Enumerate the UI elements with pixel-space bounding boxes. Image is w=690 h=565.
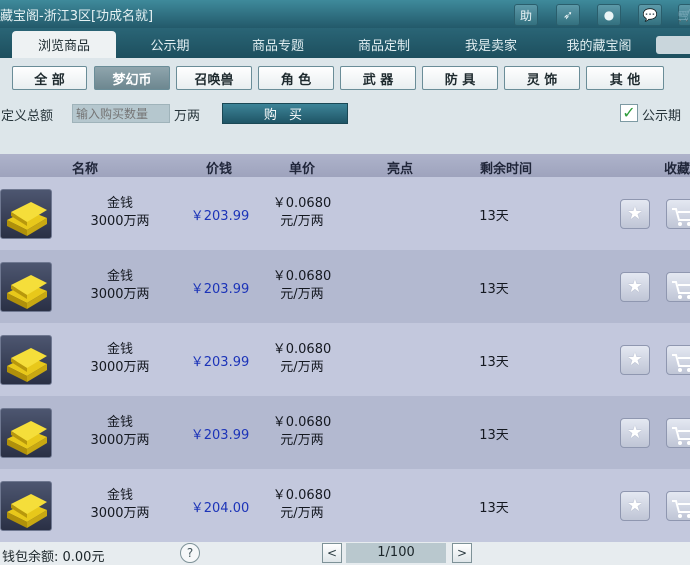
item-unit-price: ￥0.0680 元/万两 — [272, 269, 332, 302]
table-row[interactable]: 金钱 3000万两 ￥204.00 ￥0.0680 元/万两 13天 ★ — [0, 469, 690, 542]
item-name: 金钱 3000万两 — [90, 196, 150, 229]
share-arrow-icon[interactable]: ➶ — [556, 4, 580, 26]
chat-bubble-icon[interactable]: 💬 — [638, 4, 662, 26]
item-price: ￥203.99 — [190, 355, 250, 370]
title-bar: 藏宝阁-浙江3区[功成名就] 助 ➶ ● 💬 🛒 — [0, 0, 690, 28]
gold-bar-icon — [0, 481, 52, 531]
gold-bar-icon — [0, 262, 52, 312]
stop-icon[interactable]: ● — [597, 4, 621, 26]
table-row[interactable]: 金钱 3000万两 ￥203.99 ￥0.0680 元/万两 13天 ★ — [0, 177, 690, 250]
col-highlights: 亮点 — [386, 162, 413, 177]
footer-bar: 钱包余额: 0.00元 ? < 1/100 > — [0, 542, 690, 565]
table-row[interactable]: 金钱 3000万两 ￥203.99 ￥0.0680 元/万两 13天 ★ — [0, 396, 690, 469]
col-price: 价钱 — [205, 162, 232, 177]
tab-seller[interactable]: 我是卖家 — [448, 31, 534, 58]
category-filters: 全 部 梦幻币 召唤兽 角 色 武 器 防 具 灵 饰 其 他 — [0, 66, 690, 92]
item-unit-price: ￥0.0680 元/万两 — [272, 488, 332, 521]
tab-custom[interactable]: 商品定制 — [342, 31, 426, 58]
item-remaining-time: 13天 — [479, 501, 509, 516]
filter-characters[interactable]: 角 色 — [258, 66, 334, 90]
content-area: 全 部 梦幻币 召唤兽 角 色 武 器 防 具 灵 饰 其 他 自定义总额 万两… — [0, 58, 690, 565]
item-price: ￥203.99 — [190, 209, 250, 224]
unit-label: 万两 — [174, 109, 201, 124]
filter-pets[interactable]: 召唤兽 — [176, 66, 252, 90]
quantity-input[interactable] — [72, 104, 170, 123]
filter-game-coin[interactable]: 梦幻币 — [94, 66, 170, 90]
tab-public-period[interactable]: 公示期 — [130, 31, 210, 58]
main-tabs: 浏览商品 公示期 商品专题 商品定制 我是卖家 我的藏宝阁 — [0, 28, 690, 58]
item-name: 金钱 3000万两 — [90, 342, 150, 375]
table-header: 名称 价钱 单价 亮点 剩余时间 收藏 — [0, 154, 690, 177]
table-row[interactable]: 金钱 3000万两 ￥203.99 ￥0.0680 元/万两 13天 ★ — [0, 250, 690, 323]
item-name: 金钱 3000万两 — [90, 488, 150, 521]
item-price: ￥203.99 — [190, 282, 250, 297]
next-page-button[interactable]: > — [452, 543, 472, 563]
item-price: ￥203.99 — [190, 428, 250, 443]
public-period-checkbox[interactable]: ✓ — [620, 104, 638, 122]
item-unit-price: ￥0.0680 元/万两 — [272, 415, 332, 448]
star-icon[interactable]: ★ — [620, 491, 650, 521]
star-icon[interactable]: ★ — [620, 345, 650, 375]
filter-weapons[interactable]: 武 器 — [340, 66, 416, 90]
tab-my-cangbaoge[interactable]: 我的藏宝阁 — [550, 31, 648, 58]
page-indicator: 1/100 — [346, 543, 446, 563]
gold-bar-icon — [0, 189, 52, 239]
filter-other[interactable]: 其 他 — [586, 66, 664, 90]
tab-topics[interactable]: 商品专题 — [236, 31, 320, 58]
custom-total-label: 自定义总额 — [0, 109, 54, 124]
col-favorite: 收藏 — [663, 162, 690, 177]
wallet-balance: 钱包余额: 0.00元 — [2, 550, 105, 565]
cart-icon[interactable]: 🛒 — [678, 4, 690, 26]
buy-bar: 自定义总额 万两 购 买 ✓ 公示期 — [0, 102, 690, 126]
item-price: ￥204.00 — [190, 501, 250, 516]
filter-all[interactable]: 全 部 — [12, 66, 87, 90]
table-row[interactable]: 金钱 3000万两 ￥203.99 ￥0.0680 元/万两 13天 ★ — [0, 323, 690, 396]
cart-icon[interactable] — [666, 272, 690, 302]
star-icon[interactable]: ★ — [620, 199, 650, 229]
gold-bar-icon — [0, 408, 52, 458]
filter-accessories[interactable]: 灵 饰 — [504, 66, 580, 90]
listing-table: 名称 价钱 单价 亮点 剩余时间 收藏 金钱 3000万两 ￥203.99 ￥0.… — [0, 154, 690, 542]
star-icon[interactable]: ★ — [620, 418, 650, 448]
help-icon[interactable]: ? — [180, 543, 200, 563]
buy-button[interactable]: 购 买 — [222, 103, 348, 124]
prev-page-button[interactable]: < — [322, 543, 342, 563]
item-name: 金钱 3000万两 — [90, 415, 150, 448]
filter-armor[interactable]: 防 具 — [422, 66, 498, 90]
cart-icon[interactable] — [666, 345, 690, 375]
item-remaining-time: 13天 — [479, 355, 509, 370]
star-icon[interactable]: ★ — [620, 272, 650, 302]
tab-overflow-stub — [656, 36, 690, 54]
public-period-label: 公示期 — [642, 109, 682, 124]
cart-icon[interactable] — [666, 418, 690, 448]
cart-icon[interactable] — [666, 199, 690, 229]
item-unit-price: ￥0.0680 元/万两 — [272, 196, 332, 229]
col-name: 名称 — [71, 162, 98, 177]
item-remaining-time: 13天 — [479, 209, 509, 224]
col-unit-price: 单价 — [288, 162, 315, 177]
gold-bar-icon — [0, 335, 52, 385]
item-unit-price: ￥0.0680 元/万两 — [272, 342, 332, 375]
window-title: 藏宝阁-浙江3区[功成名就] — [0, 9, 154, 24]
cart-icon[interactable] — [666, 491, 690, 521]
item-remaining-time: 13天 — [479, 282, 509, 297]
item-remaining-time: 13天 — [479, 428, 509, 443]
col-remaining-time: 剩余时间 — [479, 162, 532, 177]
tab-browse[interactable]: 浏览商品 — [12, 31, 116, 58]
help-button[interactable]: 助 — [514, 4, 538, 26]
item-name: 金钱 3000万两 — [90, 269, 150, 302]
